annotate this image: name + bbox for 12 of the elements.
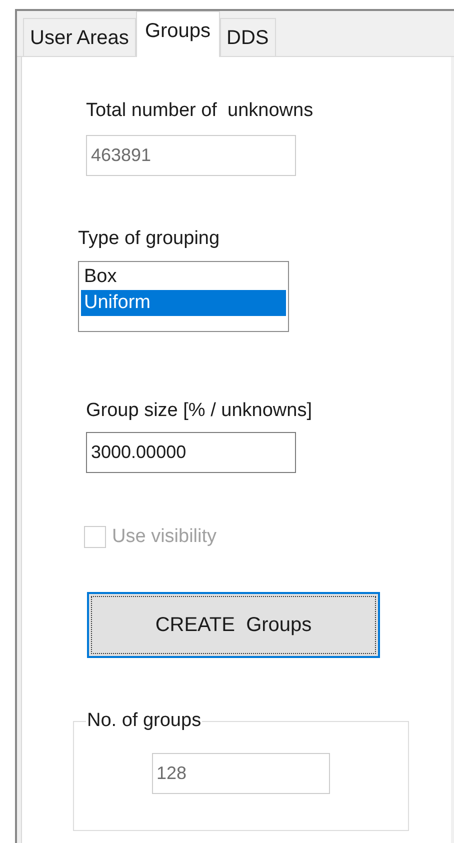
field-label: Group size [% / unknowns] xyxy=(86,399,312,423)
input-field[interactable]: 3000.00000 xyxy=(86,432,296,473)
list-box[interactable]: Box Uniform xyxy=(78,261,289,332)
checkbox-label: Use visibility xyxy=(112,525,217,549)
field-label: Type of grouping xyxy=(78,227,220,251)
tab[interactable]: DDS xyxy=(220,18,276,56)
list-item[interactable]: Uniform xyxy=(81,290,286,316)
tab[interactable]: Groups xyxy=(136,11,220,57)
field-label: Total number of unknowns xyxy=(86,99,314,123)
tab[interactable]: User Areas xyxy=(23,18,136,56)
create-groups-button[interactable]: CREATE Groups xyxy=(87,592,380,658)
list-item[interactable]: Box xyxy=(81,264,286,290)
